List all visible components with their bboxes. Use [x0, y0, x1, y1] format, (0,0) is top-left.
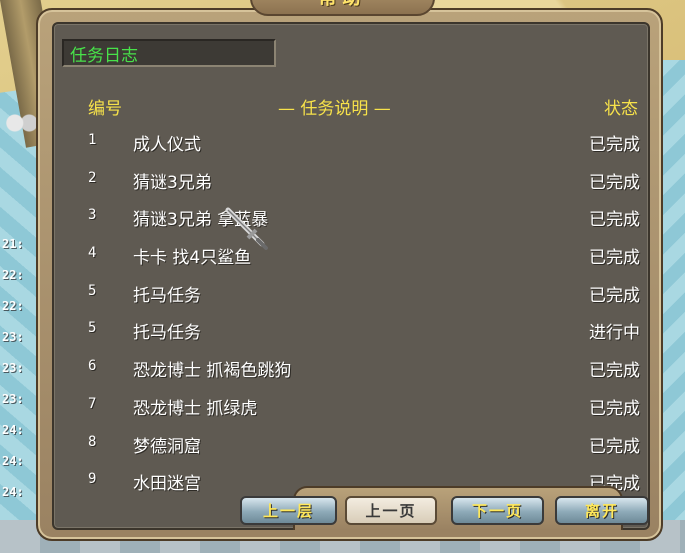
side-number: 23: — [2, 361, 24, 375]
task-description: 猜谜3兄弟 — [133, 172, 212, 193]
prev-page-button[interactable]: 上一页 — [345, 496, 437, 525]
side-number: 21: — [2, 237, 24, 251]
task-number: 1 — [88, 132, 97, 148]
window-header: 任务日志 — [62, 39, 276, 67]
side-number: 24: — [2, 423, 24, 437]
prev-floor-button[interactable]: 上一层 — [240, 496, 337, 525]
task-description: 成人仪式 — [133, 135, 201, 155]
task-number: 2 — [88, 169, 97, 186]
column-headers: 编号 — 任务说明 — 状态 — [54, 94, 652, 120]
task-status: 已完成 — [589, 285, 640, 306]
sword-cursor-icon — [225, 207, 268, 250]
task-number: 5 — [88, 320, 97, 337]
task-number: 7 — [88, 395, 97, 412]
window-title-plaque: 帮助 — [250, 0, 435, 16]
side-number: 23: — [2, 392, 24, 406]
task-description: 水田迷宫 — [133, 474, 201, 495]
task-row[interactable]: 1 成人仪式 已完成 — [54, 128, 652, 166]
task-log-window: 任务日志 编号 — 任务说明 — 状态 1 成人仪式 已完成 2 猜谜3兄弟 已… — [36, 8, 663, 541]
task-description: 托马任务 — [133, 285, 201, 306]
task-number: 9 — [88, 471, 97, 488]
side-number: 23: — [2, 330, 24, 344]
task-row[interactable]: 3 猜谜3兄弟 拿蓝暴 已完成 — [54, 203, 652, 241]
window-title: 帮助 — [319, 0, 367, 10]
side-number-column: 21: 22: 22: 23: 23: 23: 24: 24: 24: — [0, 236, 36, 515]
rocks — [4, 112, 40, 134]
task-description: 梦德洞窟 — [133, 436, 201, 457]
task-row[interactable]: 5 托马任务 进行中 — [54, 316, 652, 354]
column-header-number: 编号 — [88, 99, 122, 119]
task-number: 8 — [88, 433, 97, 450]
task-status: 已完成 — [589, 248, 640, 269]
task-status: 已完成 — [589, 436, 640, 457]
task-log-panel: 任务日志 编号 — 任务说明 — 状态 1 成人仪式 已完成 2 猜谜3兄弟 已… — [52, 22, 650, 530]
task-status: 已完成 — [589, 361, 640, 382]
task-number: 5 — [88, 282, 97, 299]
side-number: 22: — [2, 299, 24, 313]
task-row[interactable]: 2 猜谜3兄弟 已完成 — [54, 166, 652, 204]
task-row[interactable]: 6 恐龙博士 抓褐色跳狗 已完成 — [54, 354, 652, 392]
task-status: 已完成 — [589, 398, 640, 419]
side-number: 24: — [2, 485, 24, 499]
next-page-button[interactable]: 下一页 — [451, 496, 544, 525]
task-status: 已完成 — [589, 135, 640, 155]
side-number: 24: — [2, 454, 24, 468]
leave-button[interactable]: 离开 — [555, 496, 649, 525]
task-status: 已完成 — [589, 172, 640, 193]
task-status: 进行中 — [589, 323, 640, 344]
task-row[interactable]: 5 托马任务 已完成 — [54, 279, 652, 317]
side-number: 22: — [2, 268, 24, 282]
task-list: 1 成人仪式 已完成 2 猜谜3兄弟 已完成 3 猜谜3兄弟 拿蓝暴 已完成 4… — [54, 128, 652, 505]
task-status: 已完成 — [589, 210, 640, 231]
task-description: 恐龙博士 抓褐色跳狗 — [133, 361, 292, 382]
column-header-description: — 任务说明 — — [278, 99, 391, 119]
task-row[interactable]: 7 恐龙博士 抓绿虎 已完成 — [54, 392, 652, 430]
task-number: 3 — [88, 207, 97, 224]
column-header-status: 状态 — [604, 99, 638, 119]
task-number: 4 — [88, 245, 97, 262]
task-row[interactable]: 4 卡卡 找4只鲨鱼 已完成 — [54, 241, 652, 279]
task-description: 托马任务 — [133, 323, 201, 344]
task-number: 6 — [88, 358, 97, 375]
task-description: 恐龙博士 抓绿虎 — [133, 398, 258, 419]
task-row[interactable]: 8 梦德洞窟 已完成 — [54, 430, 652, 468]
